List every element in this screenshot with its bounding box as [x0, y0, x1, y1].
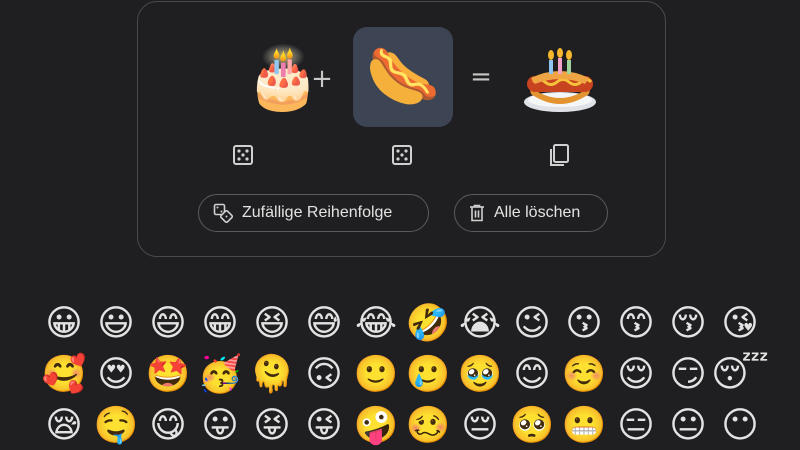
- right-emoji-slot[interactable]: 🌭: [353, 27, 453, 127]
- emoji-option[interactable]: 😍: [90, 349, 142, 400]
- emoji-option[interactable]: 🥲: [402, 349, 454, 400]
- emoji-option[interactable]: 🥳: [194, 349, 246, 400]
- emoji-option[interactable]: 😴: [711, 349, 769, 400]
- emoji-option[interactable]: 😗: [558, 298, 610, 349]
- emoji-option[interactable]: 😅: [298, 298, 350, 349]
- dice-icon: [392, 145, 412, 165]
- equals-sign: =: [470, 62, 492, 92]
- emoji-option[interactable]: 🫠: [246, 349, 298, 400]
- emoji-kitchen-page: 🎂 + 🌭 = Zufällige Reihenfolge Alle lösch…: [0, 0, 800, 450]
- emoji-option[interactable]: 😋: [142, 400, 194, 450]
- emoji-option[interactable]: 😀: [38, 298, 90, 349]
- emoji-option[interactable]: 😉: [506, 298, 558, 349]
- emoji-option[interactable]: 😐: [662, 400, 714, 450]
- right-randomize-button[interactable]: [390, 143, 414, 167]
- emoji-option[interactable]: 😄: [142, 298, 194, 349]
- plus-sign: +: [311, 64, 333, 94]
- emoji-option[interactable]: 😙: [610, 298, 662, 349]
- emoji-option[interactable]: 😛: [194, 400, 246, 450]
- dice-icon: [233, 145, 253, 165]
- emoji-option[interactable]: 😘: [714, 298, 766, 349]
- emoji-option[interactable]: 🥴: [402, 400, 454, 450]
- emoji-picker-grid: 😀 😃 😄 😁 😆 😅 😂 🤣 😭 😉 😗 😙 😚 😘 🥰 😍 🤩 🥳 🫠 🙃 🙂 🥲 🥹 😊 ☺️ 😌 😏 😴 😪 🤤 😋 😛 😝 😜 🤪 🥴 😔 🥺 😬…: [38, 298, 769, 450]
- emoji-option[interactable]: 😶: [714, 400, 766, 450]
- emoji-option[interactable]: 🤤: [90, 400, 142, 450]
- emoji-mixer-card: 🎂 + 🌭 = Zufällige Reihenfolge Alle lösch…: [137, 1, 666, 257]
- shuffle-button[interactable]: Zufällige Reihenfolge: [198, 194, 429, 232]
- emoji-option[interactable]: 😭: [454, 298, 506, 349]
- result-emoji: [524, 48, 596, 112]
- emoji-option[interactable]: 😂: [350, 298, 402, 349]
- emoji-option[interactable]: 🤪: [350, 400, 402, 450]
- clear-all-button-label: Alle löschen: [494, 204, 581, 221]
- right-emoji: 🌭: [365, 42, 441, 112]
- emoji-option[interactable]: ☺️: [558, 349, 610, 400]
- emoji-option[interactable]: 😪: [38, 400, 90, 450]
- emoji-option[interactable]: 🤣: [402, 298, 454, 349]
- shuffle-dice-icon: [213, 203, 233, 223]
- emoji-option[interactable]: 🙃: [298, 349, 350, 400]
- shuffle-button-label: Zufällige Reihenfolge: [242, 204, 393, 221]
- emoji-option[interactable]: 😬: [558, 400, 610, 450]
- emoji-option[interactable]: 😝: [246, 400, 298, 450]
- emoji-option[interactable]: 😃: [90, 298, 142, 349]
- result-emoji-slot[interactable]: [510, 28, 610, 128]
- emoji-option[interactable]: 😆: [246, 298, 298, 349]
- left-randomize-button[interactable]: [231, 143, 255, 167]
- emoji-option[interactable]: 😜: [298, 400, 350, 450]
- emoji-option[interactable]: 🙂: [350, 349, 402, 400]
- emoji-option[interactable]: 😏: [662, 349, 714, 400]
- emoji-option[interactable]: 😑: [610, 400, 662, 450]
- emoji-option[interactable]: 🥺: [506, 400, 558, 450]
- emoji-option[interactable]: 🥹: [454, 349, 506, 400]
- emoji-option[interactable]: 😌: [610, 349, 662, 400]
- emoji-option[interactable]: 😁: [194, 298, 246, 349]
- emoji-option[interactable]: 😚: [662, 298, 714, 349]
- emoji-option[interactable]: 😊: [506, 349, 558, 400]
- clear-all-button[interactable]: Alle löschen: [454, 194, 608, 232]
- emoji-option[interactable]: 🤩: [142, 349, 194, 400]
- copy-result-button[interactable]: [547, 143, 571, 167]
- copy-icon: [550, 144, 569, 166]
- trash-icon: [470, 204, 484, 222]
- emoji-option[interactable]: 😔: [454, 400, 506, 450]
- emoji-option[interactable]: 🥰: [38, 349, 90, 400]
